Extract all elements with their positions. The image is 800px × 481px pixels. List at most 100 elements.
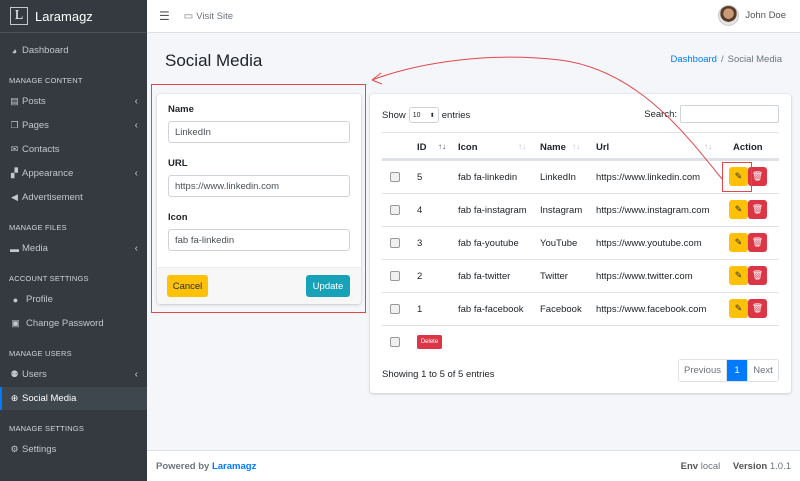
url-field[interactable]: https://www.linkedin.com	[168, 175, 350, 197]
bulk-delete-button[interactable]: Delete	[417, 335, 442, 349]
url-label: URL	[168, 158, 188, 169]
desktop-icon: ▭	[183, 10, 194, 22]
edit-button[interactable]: ✎	[729, 233, 748, 252]
bullhorn-icon: ◀	[11, 192, 18, 202]
cell-name: LinkedIn	[540, 172, 576, 183]
brand[interactable]: L Laramagz	[0, 0, 147, 33]
user-menu[interactable]: John Doe	[718, 5, 786, 26]
trash-icon: 🗑	[751, 303, 764, 313]
paint-roller-icon: ▞	[11, 168, 18, 178]
sidebar-item-label: Social Media	[22, 393, 77, 404]
pagination-page-1[interactable]: 1	[727, 360, 747, 381]
cell-name: Twitter	[540, 271, 568, 282]
delete-row-button[interactable]: 🗑	[748, 299, 767, 318]
visit-site-link[interactable]: ▭ Visit Site	[184, 11, 233, 22]
hamburger-icon[interactable]: ☰	[159, 9, 170, 23]
row-checkbox[interactable]	[390, 205, 400, 215]
nav-header-files: MANAGE FILES	[9, 222, 67, 232]
show-entries: Show 10 ⬍ entries	[382, 107, 470, 123]
update-button[interactable]: Update	[306, 275, 350, 297]
sidebar-item-label: Appearance	[22, 168, 74, 179]
avatar	[718, 5, 740, 26]
column-header-action: Action	[733, 142, 763, 153]
cell-url: https://www.instagram.com	[596, 205, 710, 216]
chevron-left-icon: ‹	[134, 243, 138, 254]
edit-button[interactable]: ✎	[729, 200, 748, 219]
column-header-id[interactable]: ID	[417, 142, 427, 153]
page-length-select[interactable]: 10 ⬍	[408, 107, 439, 123]
cell-id: 4	[417, 205, 423, 216]
delete-row-button[interactable]: 🗑	[748, 266, 767, 285]
sidebar-item-settings[interactable]: ⚙ Settings	[0, 438, 147, 461]
table-header: ID ↑↓ Icon ↑↓ Name ↑↓ Url ↑↓ Action	[382, 132, 779, 160]
pencil-icon: ✎	[734, 237, 743, 247]
show-label: Show	[382, 109, 406, 121]
chevron-left-icon: ‹	[134, 168, 138, 179]
chevron-left-icon: ‹	[134, 96, 138, 107]
pagination-previous[interactable]: Previous	[679, 360, 727, 381]
row-checkbox[interactable]	[390, 238, 400, 248]
cell-name: Facebook	[540, 304, 582, 315]
page-length-value: 10	[412, 111, 421, 119]
form-footer: Cancel Update	[157, 267, 361, 304]
sidebar-item-label: Advertisement	[22, 192, 83, 203]
row-checkbox[interactable]	[390, 172, 400, 182]
sidebar-item-social-media[interactable]: ⊕ Social Media	[0, 387, 147, 410]
version-value: 1.0.1	[769, 461, 791, 472]
delete-row-button[interactable]: 🗑	[748, 200, 767, 219]
pages-icon: ❐	[10, 120, 19, 130]
edit-button[interactable]: ✎	[729, 299, 748, 318]
cell-name: Instagram	[540, 205, 583, 216]
table-row: 1 fab fa-facebook Facebook https://www.f…	[382, 292, 779, 325]
chevron-left-icon: ‹	[134, 369, 138, 380]
name-field[interactable]: LinkedIn	[168, 121, 350, 143]
delete-row-button[interactable]: 🗑	[748, 167, 767, 186]
sidebar-item-appearance[interactable]: ▞ Appearance ‹	[0, 162, 147, 185]
footer-brand-link[interactable]: Laramagz	[212, 461, 256, 472]
search-input[interactable]	[680, 105, 779, 123]
chevron-down-icon: ⬍	[429, 112, 435, 119]
sidebar-item-profile[interactable]: ● Profile	[0, 288, 147, 311]
edit-button[interactable]: ✎	[729, 266, 748, 285]
table-row-bulk: Delete	[382, 325, 779, 358]
footer-version: Env local Version 1.0.1	[681, 461, 791, 472]
delete-row-button[interactable]: 🗑	[748, 233, 767, 252]
sidebar-item-users[interactable]: ⚉ Users ‹	[0, 363, 147, 386]
cell-icon: fab fa-youtube	[458, 238, 519, 249]
sort-icon: ↑↓	[518, 142, 526, 151]
cancel-button[interactable]: Cancel	[167, 275, 208, 297]
icon-field[interactable]: fab fa-linkedin	[168, 229, 350, 251]
lock-icon: ▣	[11, 318, 20, 328]
cell-id: 3	[417, 238, 423, 249]
edit-button[interactable]: ✎	[729, 167, 748, 186]
sidebar-item-label: Settings	[22, 444, 57, 455]
breadcrumb-current: Social Media	[727, 54, 782, 65]
sidebar-item-advertisement[interactable]: ◀ Advertisement	[0, 186, 147, 209]
cell-icon: fab fa-linkedin	[458, 172, 518, 183]
column-header-icon[interactable]: Icon	[458, 142, 478, 153]
breadcrumb-home-link[interactable]: Dashboard	[670, 54, 716, 65]
row-checkbox[interactable]	[390, 271, 400, 281]
sidebar-item-dashboard[interactable]: ◕ Dashboard	[0, 39, 147, 62]
annotation-arrow-head	[371, 72, 383, 85]
users-icon: ⚉	[10, 369, 19, 379]
cell-url: https://www.twitter.com	[596, 271, 693, 282]
pagination: Previous 1 Next	[678, 359, 779, 382]
column-header-name[interactable]: Name	[540, 142, 566, 153]
select-all-checkbox[interactable]	[390, 337, 400, 347]
sidebar-item-change-password[interactable]: ▣ Change Password	[0, 312, 147, 335]
cell-id: 2	[417, 271, 423, 282]
cell-id: 1	[417, 304, 423, 315]
trash-icon: 🗑	[751, 204, 764, 214]
pagination-next[interactable]: Next	[747, 360, 778, 381]
sidebar-item-media[interactable]: ▬ Media ‹	[0, 237, 147, 260]
chevron-left-icon: ‹	[134, 120, 138, 131]
row-checkbox[interactable]	[390, 304, 400, 314]
sidebar-item-pages[interactable]: ❐ Pages ‹	[0, 114, 147, 137]
nav-header-users: MANAGE USERS	[9, 348, 72, 358]
sidebar-item-contacts[interactable]: ✉ Contacts	[0, 138, 147, 161]
table-row: 2 fab fa-twitter Twitter https://www.twi…	[382, 259, 779, 292]
column-header-url[interactable]: Url	[596, 142, 609, 153]
sidebar-item-posts[interactable]: ▤ Posts ‹	[0, 90, 147, 113]
env-value: local	[700, 461, 721, 472]
